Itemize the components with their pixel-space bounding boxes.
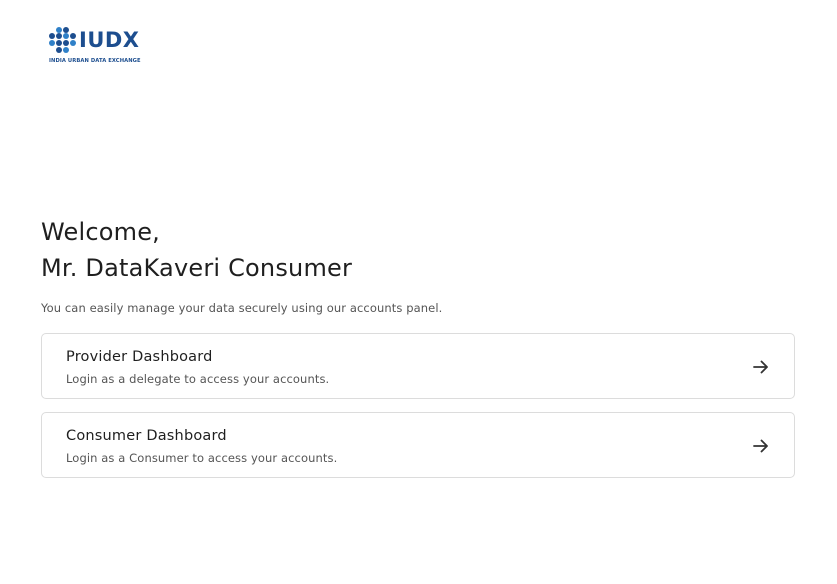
user-name: Mr. DataKaveri Consumer	[41, 254, 353, 282]
consumer-dashboard-card[interactable]: Consumer Dashboard Login as a Consumer t…	[41, 412, 795, 478]
card-title: Provider Dashboard	[66, 349, 213, 365]
arrow-right-icon[interactable]	[752, 358, 770, 376]
arrow-right-icon[interactable]	[752, 437, 770, 455]
provider-dashboard-card[interactable]: Provider Dashboard Login as a delegate t…	[41, 333, 795, 399]
page: IUDX INDIA URBAN DATA EXCHANGE Welcome, …	[0, 0, 837, 584]
intro-text: You can easily manage your data securely…	[41, 301, 443, 315]
card-description: Login as a Consumer to access your accou…	[66, 451, 338, 465]
iudx-logo[interactable]: IUDX INDIA URBAN DATA EXCHANGE	[48, 24, 141, 68]
brand-name: IUDX	[79, 28, 140, 52]
welcome-heading: Welcome, Mr. DataKaveri Consumer	[41, 214, 352, 286]
card-title: Consumer Dashboard	[66, 428, 227, 444]
hexagon-cluster-logo-icon	[49, 27, 76, 53]
card-description: Login as a delegate to access your accou…	[66, 372, 330, 386]
brand-tagline: INDIA URBAN DATA EXCHANGE	[49, 58, 141, 64]
welcome-line: Welcome,	[41, 218, 161, 246]
